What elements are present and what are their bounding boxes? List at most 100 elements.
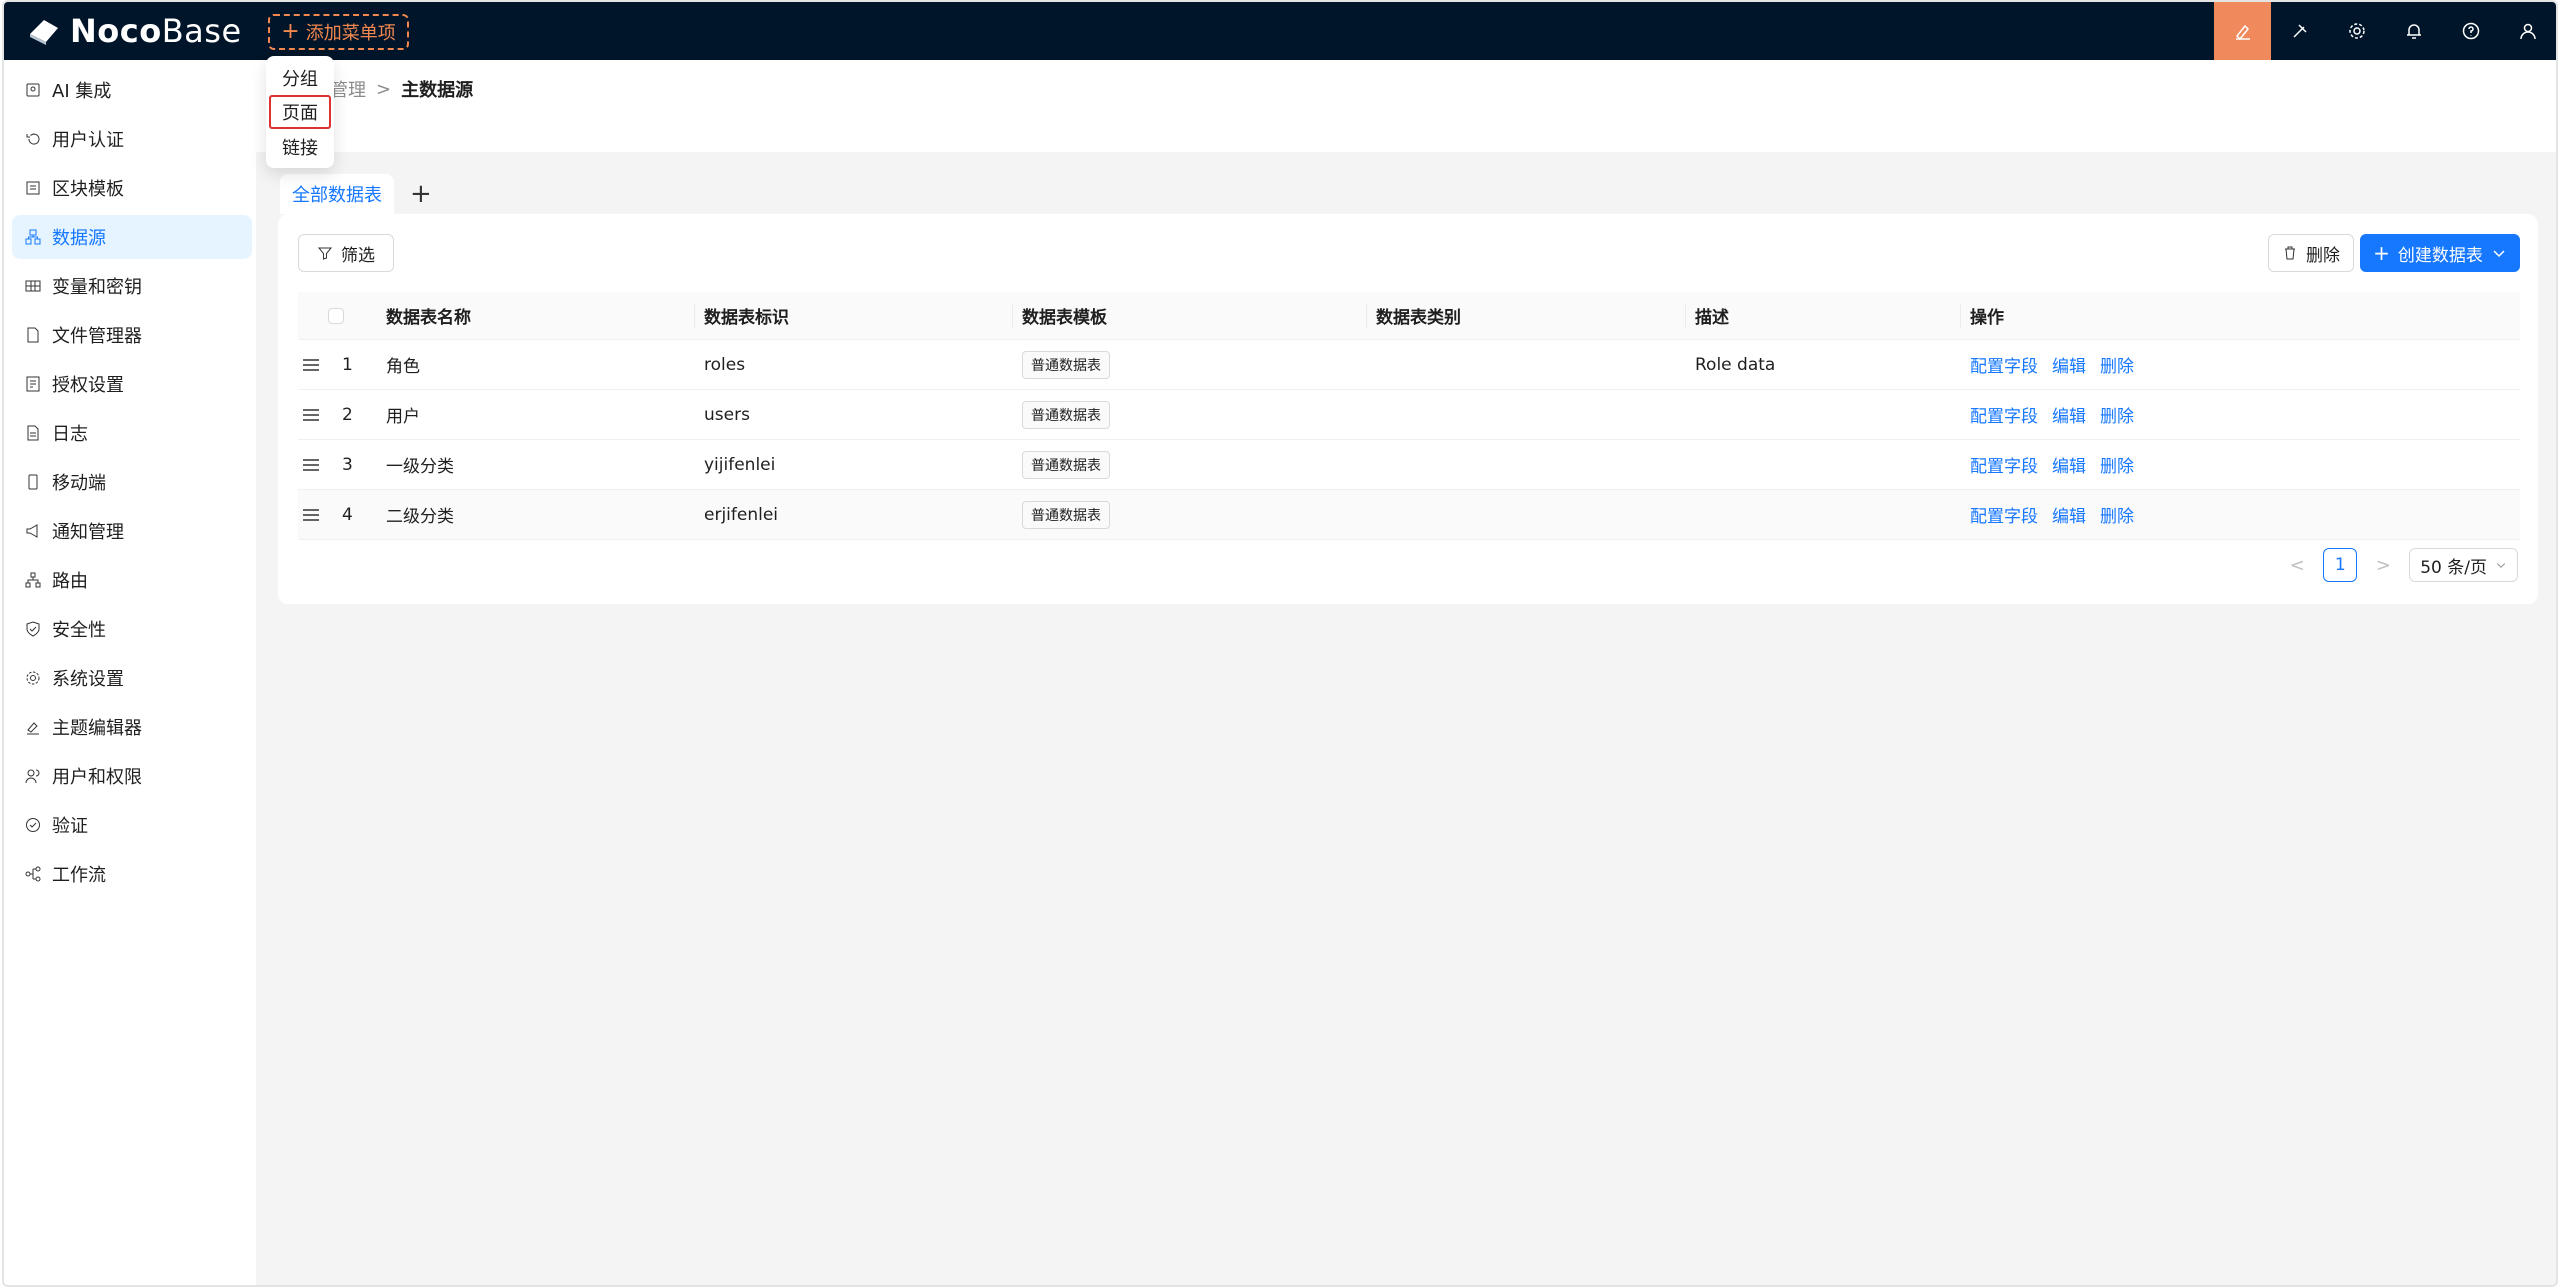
plugin-button[interactable] — [2271, 2, 2328, 60]
row-actions: 配置字段 编辑 删除 — [1970, 440, 2134, 489]
configure-fields-link[interactable]: 配置字段 — [1970, 352, 2038, 377]
sidebar-item-data-sources[interactable]: 数据源 — [12, 215, 252, 259]
brush-icon — [24, 718, 42, 736]
add-tab-button[interactable]: + — [400, 174, 442, 214]
theme-editor-icon — [2235, 24, 2250, 41]
delete-link[interactable]: 删除 — [2100, 502, 2134, 527]
sidebar-item-variables[interactable]: 变量和密钥 — [12, 264, 252, 308]
edit-link[interactable]: 编辑 — [2052, 402, 2086, 427]
page-number-current[interactable]: 1 — [2323, 548, 2358, 582]
sidebar-item-auth[interactable]: 用户认证 — [12, 117, 252, 161]
delete-label: 删除 — [2306, 245, 2340, 266]
row-actions: 配置字段 编辑 删除 — [1970, 340, 2134, 389]
chevron-down-icon — [2496, 563, 2506, 569]
table-row[interactable]: 4 二级分类 erjifenlei 普通数据表 配置字段 编辑 删除 — [298, 490, 2520, 540]
sidebar-item-workflow[interactable]: 工作流 — [12, 852, 252, 896]
ai-icon — [24, 81, 42, 99]
workflow-icon — [24, 865, 42, 883]
menu-item-group[interactable]: 分组 — [266, 61, 334, 95]
settings-sidebar: AI 集成 用户认证 区块模板 数据源 变量和密钥 文件管理器 授权设置 日志 — [4, 60, 256, 1285]
edit-link[interactable]: 编辑 — [2052, 352, 2086, 377]
sidebar-item-mobile[interactable]: 移动端 — [12, 460, 252, 504]
drag-handle-icon[interactable] — [302, 490, 320, 539]
user-menu-button[interactable] — [2499, 2, 2556, 60]
block-template-icon — [24, 179, 42, 197]
edit-link[interactable]: 编辑 — [2052, 452, 2086, 477]
table-icon — [24, 277, 42, 295]
add-menu-item-button[interactable]: + 添加菜单项 — [268, 14, 409, 50]
template-tag: 普通数据表 — [1022, 400, 1110, 429]
drag-handle-icon[interactable] — [302, 340, 320, 389]
logo-text-bold: Noco — [70, 12, 162, 50]
sidebar-item-label: 授权设置 — [52, 375, 124, 396]
sidebar-item-theme-editor[interactable]: 主题编辑器 — [12, 705, 252, 749]
top-right-icons — [2214, 2, 2556, 60]
collection-template: 普通数据表 — [1022, 440, 1110, 489]
edit-link[interactable]: 编辑 — [2052, 502, 2086, 527]
collection-tabs: 全部数据表 + — [280, 174, 442, 214]
sidebar-item-security[interactable]: 安全性 — [12, 607, 252, 651]
database-icon — [24, 228, 42, 246]
settings-button[interactable] — [2328, 2, 2385, 60]
template-tag: 普通数据表 — [1022, 500, 1110, 529]
sidebar-item-license[interactable]: 授权设置 — [12, 362, 252, 406]
sidebar-item-routes[interactable]: 路由 — [12, 558, 252, 602]
delete-link[interactable]: 删除 — [2100, 402, 2134, 427]
sidebar-item-notifications[interactable]: 通知管理 — [12, 509, 252, 553]
template-tag: 普通数据表 — [1022, 350, 1110, 379]
nocobase-logo[interactable]: Noco Base — [26, 12, 242, 50]
menu-item-link[interactable]: 链接 — [266, 130, 334, 164]
template-tag: 普通数据表 — [1022, 450, 1110, 479]
collection-name: 角色 — [386, 357, 420, 377]
table-row[interactable]: 3 一级分类 yijifenlei 普通数据表 配置字段 编辑 删除 — [298, 440, 2520, 490]
breadcrumb: 管理 > 主数据源 — [330, 76, 473, 102]
breadcrumb-separator: > — [376, 78, 392, 100]
delete-button[interactable]: 删除 — [2268, 234, 2354, 272]
configure-fields-link[interactable]: 配置字段 — [1970, 402, 2038, 427]
sidebar-item-block-templates[interactable]: 区块模板 — [12, 166, 252, 210]
column-header-category: 数据表类别 — [1376, 308, 1461, 328]
configure-fields-link[interactable]: 配置字段 — [1970, 452, 2038, 477]
select-all-checkbox[interactable] — [328, 292, 344, 339]
breadcrumb-parent[interactable]: 管理 — [330, 76, 366, 102]
create-collection-button[interactable]: + 创建数据表 — [2360, 234, 2520, 272]
collection-identifier: roles — [704, 354, 746, 375]
file-icon — [24, 326, 42, 344]
collection-name: 一级分类 — [386, 457, 454, 477]
collection-identifier: erjifenlei — [704, 504, 779, 525]
prev-page-button[interactable]: < — [2285, 555, 2309, 576]
configure-fields-link[interactable]: 配置字段 — [1970, 502, 2038, 527]
sidebar-item-users-permissions[interactable]: 用户和权限 — [12, 754, 252, 798]
sidebar-item-label: 验证 — [52, 816, 88, 837]
delete-link[interactable]: 删除 — [2100, 352, 2134, 377]
menu-item-page[interactable]: 页面 — [269, 95, 331, 129]
table-row[interactable]: 1 角色 roles 普通数据表 Role data 配置字段 编辑 删除 — [298, 340, 2520, 390]
tab-all-collections[interactable]: 全部数据表 — [280, 174, 394, 214]
sidebar-item-ai[interactable]: AI 集成 — [12, 68, 252, 112]
help-button[interactable] — [2442, 2, 2499, 60]
column-header-actions: 操作 — [1970, 308, 2004, 328]
sidebar-item-verification[interactable]: 验证 — [12, 803, 252, 847]
chevron-down-icon — [2493, 250, 2505, 258]
delete-link[interactable]: 删除 — [2100, 452, 2134, 477]
row-index: 1 — [342, 354, 353, 375]
trash-icon — [2285, 246, 2295, 260]
row-actions: 配置字段 编辑 删除 — [1970, 390, 2134, 439]
sidebar-item-file-manager[interactable]: 文件管理器 — [12, 313, 252, 357]
bell-icon — [2406, 24, 2421, 39]
column-header-identifier: 数据表标识 — [704, 308, 789, 328]
notifications-button[interactable] — [2385, 2, 2442, 60]
row-index: 3 — [342, 454, 353, 475]
page-size-select[interactable]: 50 条/页 — [2409, 548, 2518, 582]
sidebar-item-system-settings[interactable]: 系统设置 — [12, 656, 252, 700]
notification-icon — [24, 522, 42, 540]
table-row[interactable]: 2 用户 users 普通数据表 配置字段 编辑 删除 — [298, 390, 2520, 440]
table-header: 数据表名称 数据表标识 数据表模板 数据表类别 描述 操作 — [298, 292, 2520, 340]
drag-handle-icon[interactable] — [302, 390, 320, 439]
drag-handle-icon[interactable] — [302, 440, 320, 489]
theme-editor-button[interactable] — [2214, 2, 2271, 60]
filter-button[interactable]: 筛选 — [298, 234, 394, 272]
sidebar-item-logs[interactable]: 日志 — [12, 411, 252, 455]
collection-name: 用户 — [386, 407, 420, 427]
next-page-button[interactable]: > — [2371, 555, 2395, 576]
